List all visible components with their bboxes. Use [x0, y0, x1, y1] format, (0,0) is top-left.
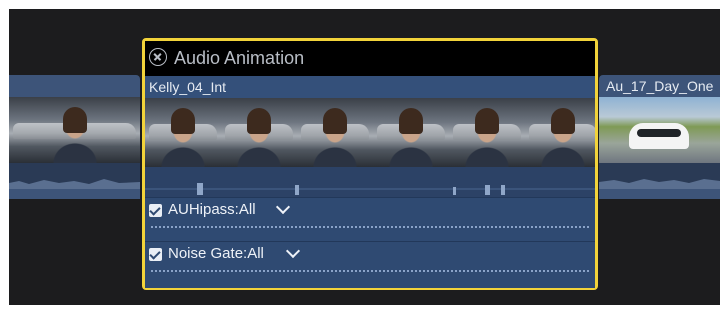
audio-waveform — [145, 183, 595, 195]
chevron-down-icon[interactable] — [275, 199, 291, 215]
clip-right[interactable]: Au_17_Day_One — [599, 75, 720, 199]
keyframe-track[interactable] — [151, 270, 589, 272]
clip-right-filmstrip — [599, 97, 720, 163]
clip-left-filmstrip — [9, 97, 140, 163]
effect-label: AUHipass:All — [168, 201, 256, 218]
audio-animation-header: Audio Animation — [145, 41, 595, 76]
clip-right-waveform — [599, 163, 720, 189]
clip-left[interactable] — [9, 75, 140, 199]
audio-waveform — [599, 179, 720, 189]
video-frame — [221, 98, 297, 167]
video-frame — [297, 98, 373, 167]
video-frame — [9, 97, 140, 163]
video-frame — [599, 97, 720, 163]
clip-left-name — [9, 75, 140, 97]
effect-label: Noise Gate:All — [168, 245, 264, 262]
clip-left-waveform — [9, 163, 140, 189]
keyframe-track[interactable] — [151, 226, 589, 228]
effect-checkbox[interactable] — [149, 248, 162, 261]
video-frame — [373, 98, 449, 167]
clip-waveform — [145, 167, 595, 197]
effect-row-auhipass[interactable]: AUHipass:All — [145, 197, 595, 241]
clip-filmstrip — [145, 98, 595, 167]
video-frame — [145, 98, 221, 167]
clip-right-name: Au_17_Day_One — [606, 78, 714, 94]
video-frame — [449, 98, 525, 167]
effect-checkbox[interactable] — [149, 204, 162, 217]
audio-waveform — [9, 179, 140, 189]
clip-name: Kelly_04_Int — [145, 76, 595, 98]
effect-row-noise-gate[interactable]: Noise Gate:All — [145, 241, 595, 288]
chevron-down-icon[interactable] — [285, 243, 301, 259]
clip-selected[interactable]: Audio Animation Kelly_04_Int AUHipass:Al… — [142, 38, 598, 290]
video-frame — [525, 98, 595, 167]
close-icon[interactable] — [149, 48, 167, 66]
audio-animation-title: Audio Animation — [174, 48, 305, 68]
